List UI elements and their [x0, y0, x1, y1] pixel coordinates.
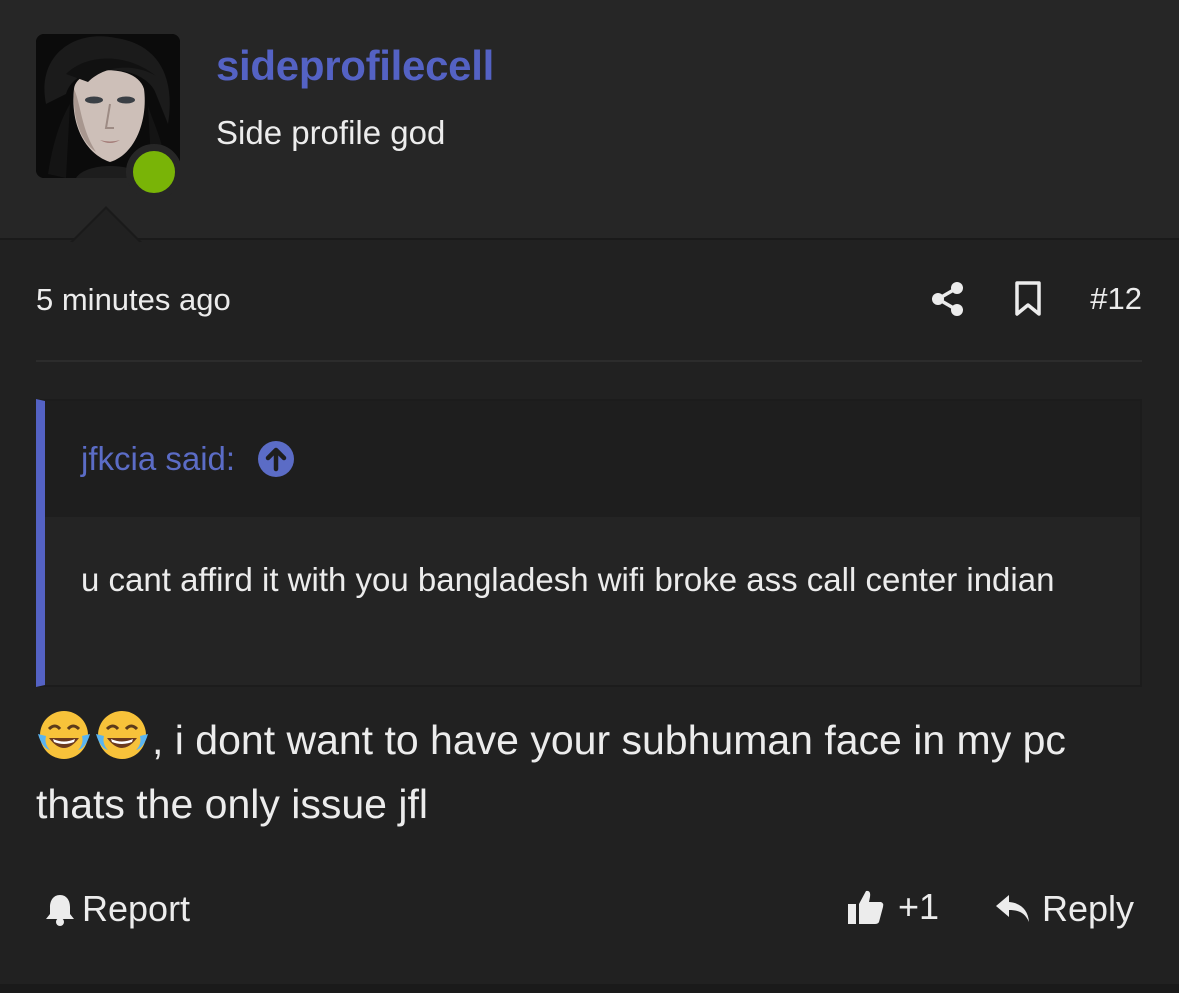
divider	[36, 360, 1142, 362]
quote-text: u cant affird it with you bangladesh wif…	[81, 561, 1055, 598]
user-header: sideprofilecell Side profile god	[0, 0, 1179, 243]
reply-button[interactable]: Reply	[994, 888, 1134, 930]
report-label: Report	[82, 888, 191, 929]
reply-arrow-icon	[994, 893, 1032, 925]
like-button[interactable]: +1	[846, 886, 939, 928]
share-button[interactable]	[926, 276, 970, 322]
header-pointer	[70, 206, 142, 243]
post-number-link[interactable]: #12	[1090, 281, 1142, 317]
user-title: Side profile god	[216, 114, 446, 151]
quote-block: jfkcia said: u cant affird it with you b…	[36, 399, 1142, 687]
post-bottom-border	[0, 984, 1179, 993]
bookmark-icon	[1015, 281, 1042, 316]
report-button[interactable]: Report	[44, 888, 190, 930]
bell-icon	[44, 892, 76, 926]
online-status-indicator	[126, 144, 182, 200]
face-with-tears-of-joy-emoji	[96, 711, 148, 759]
quote-jump-button[interactable]	[257, 440, 295, 478]
quote-author-link[interactable]: jfkcia said:	[81, 440, 235, 478]
message-text: , i dont want to have your subhuman face…	[36, 717, 1066, 827]
share-icon	[932, 282, 964, 316]
post-timestamp[interactable]: 5 minutes ago	[36, 282, 231, 318]
face-with-tears-of-joy-emoji	[38, 711, 90, 759]
bookmark-button[interactable]	[1006, 276, 1050, 322]
thumbs-up-icon	[846, 887, 886, 927]
post-message: , i dont want to have your subhuman face…	[36, 708, 1142, 836]
arrow-up-circle-icon	[258, 441, 295, 477]
post-meta-actions: #12	[926, 276, 1142, 322]
username-link[interactable]: sideprofilecell	[216, 42, 494, 90]
reply-label: Reply	[1042, 888, 1135, 929]
like-count: +1	[898, 886, 940, 927]
quote-header: jfkcia said:	[45, 401, 1140, 517]
avatar-wrapper[interactable]	[36, 34, 182, 200]
post-container: sideprofilecell Side profile god 5 minut…	[0, 0, 1179, 993]
